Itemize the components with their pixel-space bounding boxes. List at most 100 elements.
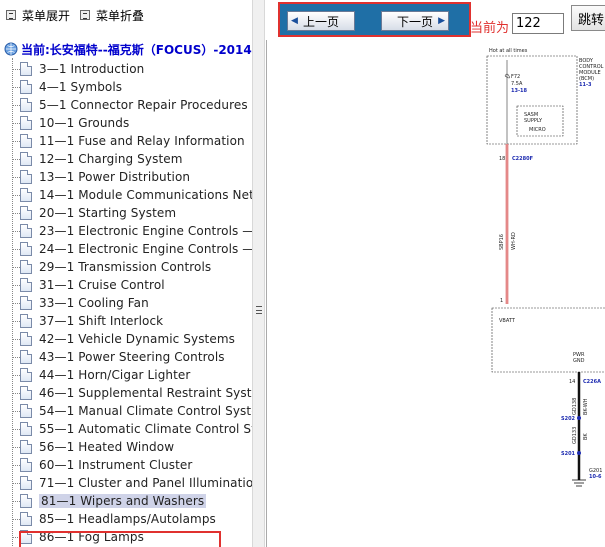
wire-1-color: WH-RD: [511, 232, 517, 250]
tree-item[interactable]: 23—1 Electronic Engine Controls — 2: [12, 222, 252, 240]
menu-expand-label: 菜单展开: [22, 8, 71, 23]
menu-collapse-label: 菜单折叠: [96, 8, 145, 23]
tree-connector: [12, 428, 20, 430]
tree-item[interactable]: 24—1 Electronic Engine Controls — 2: [12, 240, 252, 258]
tree-item[interactable]: 85—1 Headlamps/Autolamps: [12, 510, 216, 528]
diagram-panel: ◀ 上一页 下一页 ▶ 当前为 跳转 Hot at all times BODY…: [266, 0, 605, 547]
tree-item[interactable]: 54—1 Manual Climate Control Syster: [12, 402, 252, 420]
document-icon: [20, 152, 32, 166]
splice-s202-dot: [577, 416, 581, 420]
panel-splitter[interactable]: [252, 0, 265, 547]
wire-2-color: BK-WH: [583, 398, 589, 415]
tree-connector: [12, 518, 20, 520]
tree-item-label: 20—1 Starting System: [39, 206, 177, 220]
jump-button[interactable]: 跳转: [571, 5, 605, 31]
menu-collapse-button[interactable]: 菜单折叠: [80, 7, 144, 23]
tree-connector: [12, 374, 20, 376]
tree-item[interactable]: 12—1 Charging System: [12, 150, 183, 168]
sasm-supply-label: SUPPLY: [524, 118, 543, 124]
tree-item[interactable]: 11—1 Fuse and Relay Information: [12, 132, 245, 150]
wiring-diagram-svg: Hot at all times BODY CONTROL MODULE (BC…: [486, 48, 605, 487]
wire-1-circuit: SBP16: [499, 234, 505, 250]
tree-item[interactable]: 3—1 Introduction: [12, 60, 144, 78]
vbatt-label: VBATT: [499, 318, 516, 324]
page-nav-button-group: ◀ 上一页 下一页 ▶: [278, 2, 471, 37]
tree-item[interactable]: 33—1 Cooling Fan: [12, 294, 149, 312]
document-icon: [20, 206, 32, 220]
ground-ref: 10-6: [589, 474, 602, 480]
tree-item[interactable]: 29—1 Transmission Controls: [12, 258, 211, 276]
tree-item-label: 10—1 Grounds: [39, 116, 130, 130]
tree-root[interactable]: 当前:长安福特--福克斯（FOCUS）-2014: [4, 40, 252, 58]
micro-label: MICRO: [529, 127, 546, 133]
splitter-grip-icon: [256, 306, 262, 314]
tree-item-label: 4—1 Symbols: [39, 80, 123, 94]
wire-3-circuit: GD133: [572, 427, 578, 444]
tree-connector: [12, 410, 20, 412]
document-icon: [20, 494, 32, 508]
document-icon: [20, 62, 32, 76]
tree-item[interactable]: 44—1 Horn/Cigar Lighter: [12, 366, 190, 384]
tree-connector: [12, 140, 20, 142]
tree-item-label: 55—1 Automatic Climate Control Sys: [39, 422, 252, 436]
tree-item[interactable]: 10—1 Grounds: [12, 114, 129, 132]
tree-item[interactable]: 20—1 Starting System: [12, 204, 176, 222]
tree-item[interactable]: 5—1 Connector Repair Procedures: [12, 96, 248, 114]
splice-1: S202: [561, 416, 576, 422]
document-icon: [20, 422, 32, 436]
tree-connector: [12, 302, 20, 304]
tree-item[interactable]: 55—1 Automatic Climate Control Sys: [12, 420, 252, 438]
tree-connector: [12, 356, 20, 358]
tree-item-label: 5—1 Connector Repair Procedures: [39, 98, 248, 112]
module-ref: 11-3: [579, 82, 592, 88]
tree-item[interactable]: 56—1 Heated Window: [12, 438, 174, 456]
tree-item[interactable]: 43—1 Power Steering Controls: [12, 348, 225, 366]
tree-connector: [12, 482, 20, 484]
pin-mid: 1: [500, 298, 503, 304]
tree-item[interactable]: 37—1 Shift Interlock: [12, 312, 163, 330]
tree-connector: [12, 284, 20, 286]
tree-item[interactable]: 71—1 Cluster and Panel Illumination: [12, 474, 252, 492]
hot-at-all-times-text: Hot at all times: [489, 48, 528, 54]
tree-connector: [12, 500, 20, 502]
tree-connector: [12, 464, 20, 466]
splice-s201-dot: [577, 451, 581, 455]
document-icon: [20, 134, 32, 148]
tree-item-label: 44—1 Horn/Cigar Lighter: [39, 368, 191, 382]
document-icon: [20, 170, 32, 184]
page-number-input[interactable]: [512, 13, 564, 34]
tree-item-label: 71—1 Cluster and Panel Illumination: [39, 476, 252, 490]
tree-item-label: 31—1 Cruise Control: [39, 278, 165, 292]
next-page-button[interactable]: 下一页 ▶: [381, 11, 449, 31]
tree-connector: [12, 104, 20, 106]
tree-item[interactable]: 81—1 Wipers and Washers: [12, 492, 207, 510]
menu-toolbar: 菜单展开 菜单折叠: [0, 0, 252, 32]
tree-item[interactable]: 60—1 Instrument Cluster: [12, 456, 192, 474]
previous-page-button[interactable]: ◀ 上一页: [287, 11, 355, 31]
menu-expand-button[interactable]: 菜单展开: [6, 7, 70, 23]
document-icon: [20, 242, 32, 256]
document-icon: [20, 476, 32, 490]
tree-item[interactable]: 4—1 Symbols: [12, 78, 122, 96]
tree-item[interactable]: 13—1 Power Distribution: [12, 168, 190, 186]
tree-item-label: 37—1 Shift Interlock: [39, 314, 164, 328]
tree-item[interactable]: 31—1 Cruise Control: [12, 276, 165, 294]
tree-item[interactable]: 14—1 Module Communications Netwo: [12, 186, 252, 204]
tree-item-label: 54—1 Manual Climate Control Syster: [39, 404, 252, 418]
document-icon: [20, 512, 32, 526]
document-icon: [20, 350, 32, 364]
tree-item-label: 46—1 Supplemental Restraint Systen: [39, 386, 252, 400]
tree-item[interactable]: 46—1 Supplemental Restraint Systen: [12, 384, 252, 402]
tree-item-label: 42—1 Vehicle Dynamic Systems: [39, 332, 235, 346]
tree-connector: [12, 176, 20, 178]
tree-item-label: 13—1 Power Distribution: [39, 170, 191, 184]
connector-top: C2280F: [512, 156, 533, 162]
wiring-diagram: Hot at all times BODY CONTROL MODULE (BC…: [266, 40, 605, 547]
tree-connector: [12, 266, 20, 268]
document-icon: [20, 260, 32, 274]
tree-connector: [12, 446, 20, 448]
document-icon: [20, 314, 32, 328]
tree-item[interactable]: 42—1 Vehicle Dynamic Systems: [12, 330, 235, 348]
connector-low: C226A: [583, 379, 601, 385]
document-icon: [20, 404, 32, 418]
